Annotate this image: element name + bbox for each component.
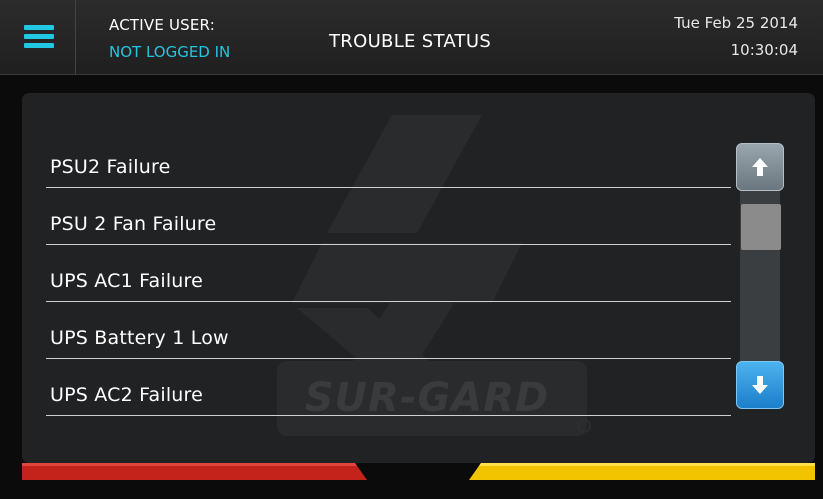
supervisory-status-bar (469, 463, 815, 480)
divider (46, 301, 731, 302)
screen: ACTIVE USER: NOT LOGGED IN TROUBLE STATU… (0, 0, 823, 499)
scrollbar-thumb[interactable] (741, 204, 781, 250)
trouble-list: PSU2 Failure PSU 2 Fan Failure UPS AC1 F… (46, 145, 731, 430)
arrow-down-icon (752, 376, 768, 394)
page-title: TROUBLE STATUS (329, 31, 492, 52)
list-item[interactable]: UPS Battery 1 Low (46, 316, 731, 373)
scroll-up-button[interactable] (736, 143, 784, 191)
time-display: 10:30:04 (730, 41, 798, 59)
list-item[interactable]: UPS AC2 Failure (46, 373, 731, 430)
active-user-value[interactable]: NOT LOGGED IN (109, 43, 230, 61)
divider (46, 415, 731, 416)
list-item[interactable]: UPS AC1 Failure (46, 259, 731, 316)
list-item[interactable]: PSU2 Failure (46, 145, 731, 202)
divider (46, 358, 731, 359)
header-bar: ACTIVE USER: NOT LOGGED IN TROUBLE STATU… (0, 0, 823, 75)
trouble-list-panel: SUR-GARD PSU2 Failure PSU 2 Fan Failure … (22, 93, 815, 463)
list-item-label: UPS AC1 Failure (50, 270, 204, 292)
divider (46, 244, 731, 245)
list-item-label: PSU 2 Fan Failure (50, 213, 217, 235)
date-display: Tue Feb 25 2014 (674, 14, 798, 32)
menu-button[interactable] (0, 0, 76, 74)
list-item-label: UPS Battery 1 Low (50, 327, 229, 349)
list-item[interactable]: PSU 2 Fan Failure (46, 202, 731, 259)
divider (46, 187, 731, 188)
list-item-label: PSU2 Failure (50, 156, 171, 178)
scroll-down-button[interactable] (736, 361, 784, 409)
active-user-label: ACTIVE USER: (109, 16, 215, 34)
arrow-up-icon (752, 158, 768, 176)
list-item-label: UPS AC2 Failure (50, 384, 204, 406)
trouble-status-bar (22, 463, 367, 480)
